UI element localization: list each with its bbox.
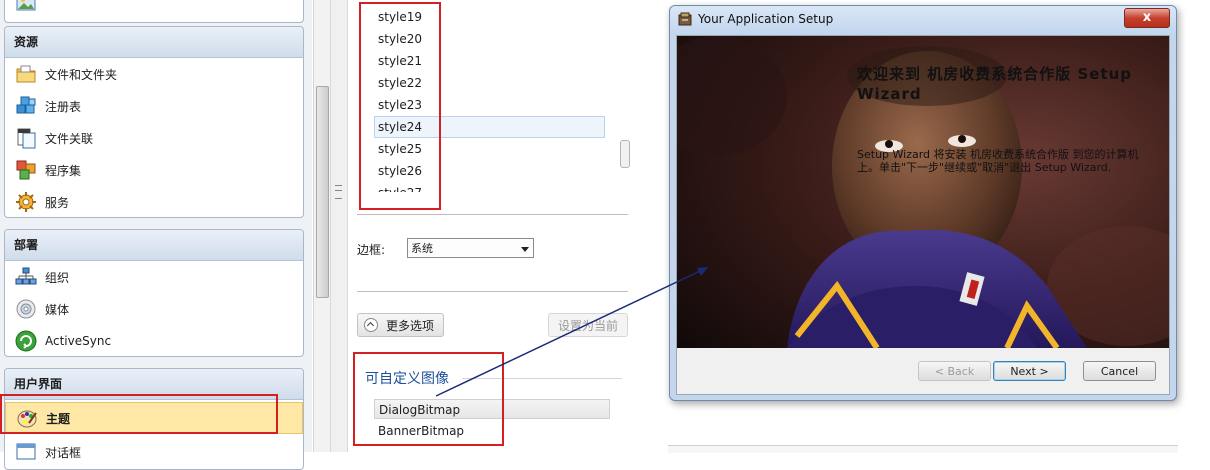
image-icon xyxy=(15,0,37,14)
activesync-icon xyxy=(15,330,37,352)
sidebar-item-label: 文件和文件夹 xyxy=(45,67,118,82)
annotation-box-style-list xyxy=(359,2,441,210)
folder-icon xyxy=(15,63,37,85)
sidebar-item-label: 服务 xyxy=(45,195,70,210)
divider xyxy=(357,214,628,215)
border-label: 边框: xyxy=(357,243,386,257)
sidebar-item-label: 文件关联 xyxy=(45,131,94,146)
welcome-body: Setup Wizard 将安装 机房收费系统合作版 到您的计算机上。单击"下一… xyxy=(857,148,1139,174)
nav-group-header-deployment[interactable]: 部署 xyxy=(5,230,303,261)
dialog-icon xyxy=(15,441,37,463)
window-titlebar[interactable]: Your Application Setup x xyxy=(670,6,1176,34)
sidebar-item-file-associations[interactable]: 文件关联 xyxy=(5,122,303,154)
organization-icon xyxy=(15,266,37,288)
nav-group-deployment: 部署 组织 媒体 ActiveSync xyxy=(4,229,304,357)
left-navigation-panel: 资源 文件和文件夹 注册表 文件关联 程序集 服务 部署 组织 媒体 Activ… xyxy=(0,0,312,470)
close-button[interactable]: x xyxy=(1124,8,1170,28)
left-panel-scrollbar-thumb[interactable] xyxy=(316,86,329,298)
chevron-down-icon xyxy=(521,247,529,252)
services-gear-icon xyxy=(15,191,37,213)
nav-group-previous xyxy=(4,0,304,23)
sidebar-item-registry[interactable]: 注册表 xyxy=(5,90,303,122)
setup-wizard-window: Your Application Setup x 欢迎来到 机房收费系统合作版 … xyxy=(669,5,1177,401)
chevron-up-icon xyxy=(364,318,378,332)
nav-group-resources: 资源 文件和文件夹 注册表 文件关联 程序集 服务 xyxy=(4,26,304,218)
border-select-value: 系统 xyxy=(411,242,433,255)
sidebar-item-label: 注册表 xyxy=(45,99,82,114)
sidebar-item-activesync[interactable]: ActiveSync xyxy=(5,325,303,356)
dialog-bitmap-image: 欢迎来到 机房收费系统合作版 Setup Wizard Setup Wizard… xyxy=(677,36,1169,348)
sidebar-item-files-folders[interactable]: 文件和文件夹 xyxy=(5,58,303,90)
panel-splitter[interactable] xyxy=(330,0,348,452)
splitter-grip-icon[interactable] xyxy=(335,185,342,199)
sidebar-item-services[interactable]: 服务 xyxy=(5,186,303,217)
nav-item-previous[interactable] xyxy=(5,0,303,19)
style-list-scrollbar[interactable] xyxy=(620,140,630,168)
sidebar-item-organization[interactable]: 组织 xyxy=(5,261,303,293)
file-association-icon xyxy=(15,127,37,149)
sidebar-item-assemblies[interactable]: 程序集 xyxy=(5,154,303,186)
welcome-heading: 欢迎来到 机房收费系统合作版 Setup Wizard xyxy=(857,65,1133,103)
assembly-icon xyxy=(15,159,37,181)
sidebar-item-label: 媒体 xyxy=(45,302,70,317)
welcome-text-block: 欢迎来到 机房收费系统合作版 Setup Wizard Setup Wizard… xyxy=(857,64,1157,174)
more-options-label: 更多选项 xyxy=(386,319,435,333)
registry-icon xyxy=(15,95,37,117)
left-panel-scrollbar[interactable] xyxy=(313,0,330,452)
media-disc-icon xyxy=(15,298,37,320)
installer-icon xyxy=(678,12,692,26)
sidebar-item-label: 程序集 xyxy=(45,163,82,178)
window-title: Your Application Setup xyxy=(698,12,834,26)
border-select[interactable]: 系统 xyxy=(407,238,534,258)
next-button[interactable]: Next > xyxy=(993,361,1066,381)
more-options-button[interactable]: 更多选项 xyxy=(357,313,444,337)
annotation-box-theme-item xyxy=(0,394,278,434)
back-button[interactable]: < Back xyxy=(918,361,991,381)
sidebar-item-label: 对话框 xyxy=(45,445,82,460)
set-current-button[interactable]: 设置为当前 xyxy=(548,313,628,337)
cancel-button[interactable]: Cancel xyxy=(1083,361,1156,381)
nav-group-header-resources[interactable]: 资源 xyxy=(5,27,303,58)
sidebar-item-label: ActiveSync xyxy=(45,334,112,348)
divider xyxy=(357,291,628,292)
sidebar-item-label: 组织 xyxy=(45,270,70,285)
window-client-area: 欢迎来到 机房收费系统合作版 Setup Wizard Setup Wizard… xyxy=(676,35,1170,395)
sidebar-item-media[interactable]: 媒体 xyxy=(5,293,303,325)
sidebar-item-dialogs[interactable]: 对话框 xyxy=(5,436,303,468)
annotation-box-custom-images xyxy=(353,352,504,446)
